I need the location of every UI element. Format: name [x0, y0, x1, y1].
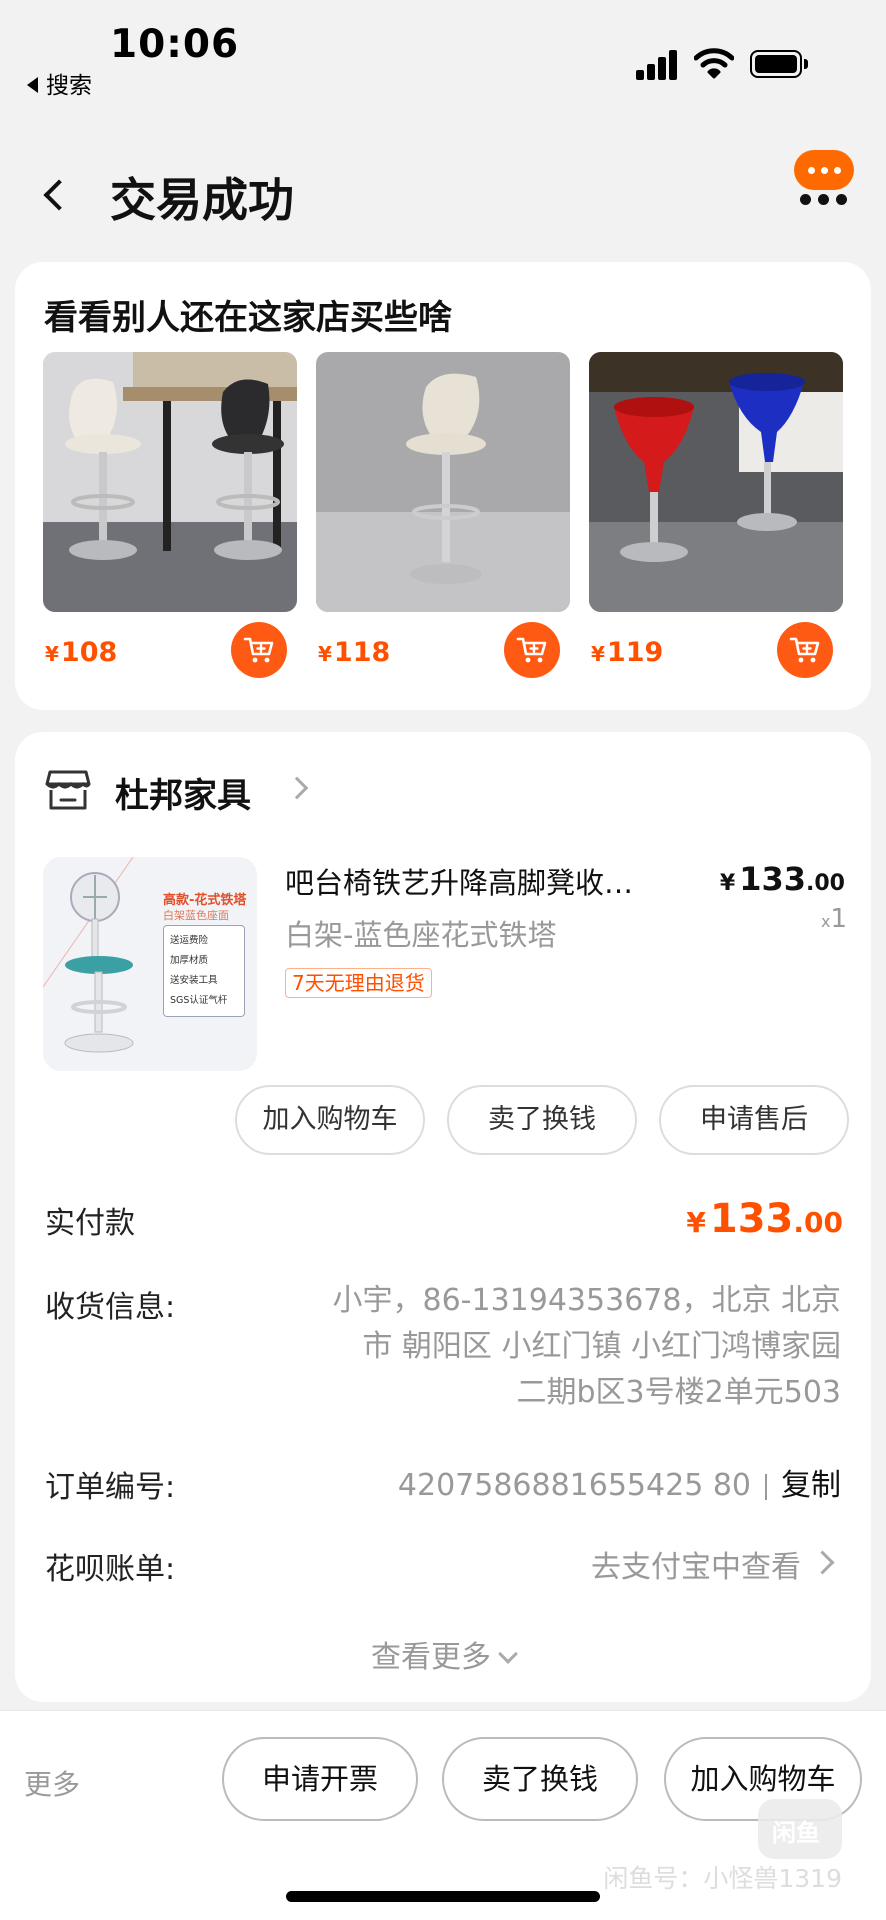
- wifi-icon: [694, 48, 734, 79]
- add-to-cart-button[interactable]: [777, 622, 833, 678]
- add-to-cart-button[interactable]: [504, 622, 560, 678]
- recommendation-price: ¥118: [318, 637, 391, 668]
- add-to-cart-button[interactable]: 加入购物车: [235, 1085, 425, 1155]
- product-sku: 白架-蓝色座花式铁塔: [285, 918, 557, 952]
- add-to-cart-button[interactable]: [231, 622, 287, 678]
- sell-button[interactable]: 卖了换钱: [442, 1737, 638, 1821]
- order-card: 杜邦家具 高款-花式铁塔 白架蓝色座面 送运费险 加厚材质 送安装工具 SGS认…: [15, 732, 871, 1702]
- page-title: 交易成功: [110, 173, 294, 227]
- shop-icon: [45, 770, 91, 810]
- shipping-address: 小宇，86-13194353678，北京 北京 市 朝阳区 小红门镇 小红门鸿博…: [281, 1278, 842, 1416]
- recommendation-title: 看看别人还在这家店买些啥: [44, 298, 452, 338]
- sell-button[interactable]: 卖了换钱: [447, 1085, 637, 1155]
- chevron-down-icon: [498, 1644, 518, 1664]
- recommendation-item[interactable]: ¥118: [316, 352, 570, 692]
- product-price: ¥133.00: [719, 860, 845, 898]
- status-bar: 10:06 搜索: [0, 0, 886, 110]
- battery-icon: [750, 50, 808, 78]
- address-line: 二期b区3号楼2单元503: [516, 1375, 841, 1410]
- product-image[interactable]: [589, 352, 843, 612]
- address-line: 小宇，86-13194353678，北京 北京: [332, 1283, 842, 1318]
- order-number-row: 4207586881655425 80 复制: [398, 1460, 841, 1504]
- return-policy-badge: 7天无理由退货: [285, 968, 432, 998]
- order-number: 4207586881655425 80: [397, 1468, 751, 1503]
- cart-icon: [789, 637, 820, 663]
- chevron-right-icon[interactable]: [285, 776, 309, 800]
- paid-amount: ¥133.00: [686, 1196, 843, 1242]
- cart-icon: [243, 637, 274, 663]
- back-triangle-icon: [27, 76, 38, 93]
- invoice-button[interactable]: 申请开票: [222, 1737, 418, 1821]
- view-more-label: 查看更多: [371, 1640, 491, 1675]
- shop-name[interactable]: 杜邦家具: [115, 768, 251, 817]
- status-time: 10:06: [110, 22, 240, 67]
- status-back-label: 搜索: [46, 73, 92, 99]
- image-feature: 送安装工具: [170, 975, 218, 986]
- home-indicator[interactable]: [286, 1891, 600, 1902]
- image-feature: 送运费险: [170, 935, 209, 946]
- recommendation-item[interactable]: ¥119: [589, 352, 843, 692]
- bottom-action-bar: 更多 申请开票 卖了换钱 加入购物车 闲鱼 闲鱼号：小怪兽1319: [0, 1710, 886, 1920]
- cellular-signal-icon: [636, 48, 678, 80]
- order-number-label: 订单编号:: [45, 1470, 176, 1505]
- recommendation-price: ¥119: [591, 637, 664, 668]
- paid-label: 实付款: [45, 1206, 135, 1241]
- watermark-badge: 闲鱼: [758, 1799, 842, 1859]
- recommendation-item[interactable]: ¥108: [43, 352, 297, 692]
- view-more-button[interactable]: 查看更多: [15, 1632, 871, 1676]
- product-title[interactable]: 吧台椅铁艺升降高脚凳收…: [285, 860, 705, 902]
- image-tag-title: 高款-花式铁塔: [163, 893, 247, 908]
- chat-icon[interactable]: [794, 150, 854, 206]
- cart-icon: [516, 637, 547, 663]
- huabei-label: 花呗账单:: [45, 1552, 176, 1587]
- address-line: 市 朝阳区 小红门镇 小红门鸿博家园: [362, 1329, 841, 1364]
- divider: [765, 1473, 767, 1500]
- image-feature: SGS认证气杆: [170, 995, 228, 1006]
- after-sale-button[interactable]: 申请售后: [659, 1085, 849, 1155]
- watermark: 闲鱼号：小怪兽1319: [603, 1864, 842, 1893]
- product-quantity: x1: [820, 904, 847, 934]
- image-tag-subtitle: 白架蓝色座面: [163, 909, 229, 922]
- back-button[interactable]: [38, 170, 78, 220]
- product-image[interactable]: [316, 352, 570, 612]
- order-product-image[interactable]: 高款-花式铁塔 白架蓝色座面 送运费险 加厚材质 送安装工具 SGS认证气杆: [43, 857, 257, 1071]
- image-feature-list: 送运费险 加厚材质 送安装工具 SGS认证气杆: [163, 925, 245, 1017]
- recommendation-card: 看看别人还在这家店买些啥 ¥108 ¥118 ¥119: [15, 262, 871, 710]
- recommendation-price: ¥108: [45, 637, 118, 668]
- image-feature: 加厚材质: [170, 955, 209, 966]
- shipping-label: 收货信息:: [45, 1290, 176, 1325]
- alipay-view-link[interactable]: 去支付宝中查看: [591, 1542, 835, 1586]
- status-back-link[interactable]: 搜索: [27, 66, 92, 100]
- copy-button[interactable]: 复制: [781, 1468, 841, 1503]
- product-image[interactable]: [43, 352, 297, 612]
- more-button[interactable]: 更多: [24, 1763, 80, 1803]
